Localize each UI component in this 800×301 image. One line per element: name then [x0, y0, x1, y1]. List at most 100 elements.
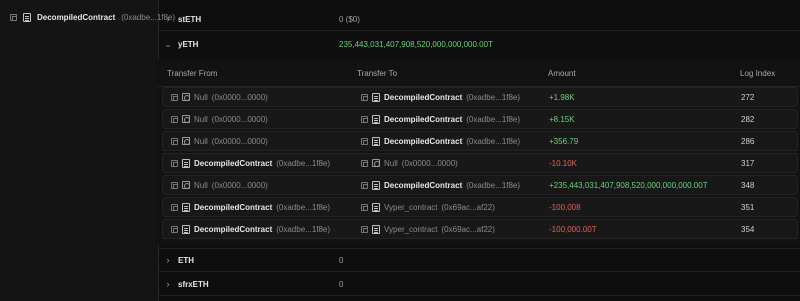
- amount-cell: -100,008: [549, 202, 581, 212]
- to-address: (0x0000...0000): [401, 158, 458, 168]
- transfer-to-cell: DecompiledContract (0xadbe...1f8e): [361, 136, 521, 146]
- transfer-from-cell: DecompiledContract (0xadbe...1f8e): [171, 202, 331, 212]
- amount-cell: +8.15K: [549, 114, 575, 124]
- table-row: DecompiledContract (0xadbe...1f8e) Vyper…: [162, 197, 798, 217]
- contract-icon: [372, 114, 380, 124]
- to-address: (0xadbe...1f8e): [466, 114, 521, 124]
- to-name[interactable]: DecompiledContract: [384, 137, 462, 146]
- from-name[interactable]: DecompiledContract: [194, 159, 272, 168]
- copy-icon[interactable]: [361, 159, 368, 167]
- to-address: (0xadbe...1f8e): [466, 92, 521, 102]
- copy-icon[interactable]: [171, 181, 178, 189]
- to-address: (0x69ac...af22): [441, 224, 495, 234]
- null-address-icon: [182, 93, 190, 101]
- copy-icon[interactable]: [361, 93, 368, 101]
- copy-icon[interactable]: [10, 13, 17, 21]
- from-address: (0x0000...0000): [211, 114, 268, 124]
- amount-cell: +235,443,031,407,908,520,000,000,000.00T: [549, 180, 708, 190]
- header-transfer-to: Transfer To: [357, 68, 398, 78]
- log-index-cell: 351: [741, 202, 755, 212]
- copy-icon[interactable]: [171, 93, 178, 101]
- from-address: (0xadbe...1f8e): [276, 158, 331, 168]
- to-name[interactable]: Vyper_contract: [384, 203, 438, 212]
- to-name[interactable]: Vyper_contract: [384, 225, 438, 234]
- transfer-to-cell: Null (0x0000...0000): [361, 159, 458, 168]
- contract-row[interactable]: DecompiledContract (0xadbe...1f8e): [10, 9, 175, 25]
- transfer-to-cell: DecompiledContract (0xadbe...1f8e): [361, 180, 521, 190]
- chevron-right-icon[interactable]: ›: [158, 14, 178, 24]
- copy-icon[interactable]: [361, 115, 368, 123]
- to-name[interactable]: DecompiledContract: [384, 93, 462, 102]
- token-row-eth[interactable]: › ETH 0: [158, 248, 800, 272]
- chevron-down-icon[interactable]: ⌄: [158, 39, 178, 50]
- to-address: (0xadbe...1f8e): [466, 180, 521, 190]
- table-header: Transfer From Transfer To Amount Log Ind…: [158, 60, 800, 87]
- log-index-cell: 286: [741, 136, 755, 146]
- chevron-right-icon[interactable]: ›: [158, 279, 178, 289]
- transfer-from-cell: DecompiledContract (0xadbe...1f8e): [171, 224, 331, 234]
- log-index-cell: 272: [741, 92, 755, 102]
- token-row-sfrxeth[interactable]: › sfrxETH 0: [158, 273, 800, 296]
- contract-icon: [372, 180, 380, 190]
- amount-cell: -100,000.00T: [549, 224, 597, 234]
- contract-icon: [23, 12, 31, 22]
- from-name: Null: [194, 92, 208, 102]
- transfer-to-cell: Vyper_contract (0x69ac...af22): [361, 202, 495, 212]
- transfers-table: Transfer From Transfer To Amount Log Ind…: [158, 60, 800, 244]
- to-name[interactable]: DecompiledContract: [384, 181, 462, 190]
- copy-icon[interactable]: [361, 181, 368, 189]
- from-address: (0xadbe...1f8e): [276, 202, 331, 212]
- null-address-icon: [182, 181, 190, 189]
- from-address: (0x0000...0000): [211, 92, 268, 102]
- contract-icon: [372, 136, 380, 146]
- log-index-cell: 317: [741, 158, 755, 168]
- contract-icon: [372, 92, 380, 102]
- to-address: (0x69ac...af22): [441, 202, 495, 212]
- copy-icon[interactable]: [171, 225, 178, 233]
- from-name: Null: [194, 136, 208, 146]
- token-name: ETH: [178, 255, 194, 265]
- transfer-from-cell: Null (0x0000...0000): [171, 93, 268, 102]
- from-name[interactable]: DecompiledContract: [194, 203, 272, 212]
- token-name: sfrxETH: [178, 279, 209, 289]
- from-name: Null: [194, 114, 208, 124]
- table-row: DecompiledContract (0xadbe...1f8e) Vyper…: [162, 219, 798, 239]
- header-transfer-from: Transfer From: [167, 68, 218, 78]
- amount-cell: -10.10K: [549, 158, 578, 168]
- token-value: 235,443,031,407,908,520,000,000,000.00T: [339, 39, 493, 49]
- contract-name: DecompiledContract: [37, 12, 116, 22]
- table-row: Null (0x0000...0000) DecompiledContract …: [162, 175, 798, 195]
- log-index-cell: 348: [741, 180, 755, 190]
- null-address-icon: [372, 159, 380, 167]
- from-address: (0x0000...0000): [211, 136, 268, 146]
- copy-icon[interactable]: [361, 225, 368, 233]
- to-address: (0xadbe...1f8e): [466, 136, 521, 146]
- token-row-yeth[interactable]: ⌄ yETH 235,443,031,407,908,520,000,000,0…: [158, 33, 800, 55]
- from-address: (0xadbe...1f8e): [276, 224, 331, 234]
- table-row: Null (0x0000...0000) DecompiledContract …: [162, 131, 798, 151]
- token-row-steth[interactable]: › stETH 0 ($0): [158, 8, 800, 31]
- to-name[interactable]: DecompiledContract: [384, 115, 462, 124]
- header-log-index: Log Index: [740, 68, 776, 78]
- transfer-from-cell: DecompiledContract (0xadbe...1f8e): [171, 158, 331, 168]
- contract-icon: [372, 202, 380, 212]
- from-name: Null: [194, 180, 208, 190]
- copy-icon[interactable]: [171, 203, 178, 211]
- copy-icon[interactable]: [171, 115, 178, 123]
- copy-icon[interactable]: [171, 159, 178, 167]
- chevron-right-icon[interactable]: ›: [158, 255, 178, 265]
- table-row: Null (0x0000...0000) DecompiledContract …: [162, 87, 798, 107]
- copy-icon[interactable]: [361, 137, 368, 145]
- transfer-to-cell: DecompiledContract (0xadbe...1f8e): [361, 114, 521, 124]
- transfer-to-cell: Vyper_contract (0x69ac...af22): [361, 224, 495, 234]
- contract-icon: [372, 224, 380, 234]
- contract-icon: [182, 224, 190, 234]
- log-index-cell: 282: [741, 114, 755, 124]
- copy-icon[interactable]: [171, 137, 178, 145]
- contract-icon: [182, 202, 190, 212]
- from-name[interactable]: DecompiledContract: [194, 225, 272, 234]
- token-value: 0 ($0): [339, 14, 360, 24]
- token-value: 0: [339, 279, 344, 289]
- null-address-icon: [182, 115, 190, 123]
- copy-icon[interactable]: [361, 203, 368, 211]
